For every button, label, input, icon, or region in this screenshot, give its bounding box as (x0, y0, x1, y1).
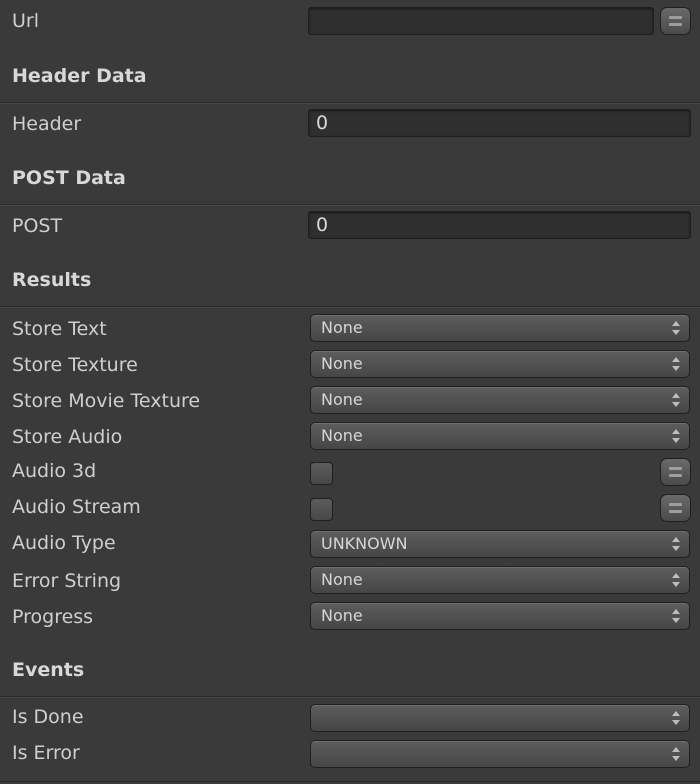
section-post-data: POST Data (12, 167, 126, 189)
section-results: Results (12, 269, 92, 291)
store-audio-label: Store Audio (12, 426, 123, 448)
equals-icon (669, 16, 682, 19)
audio-3d-label: Audio 3d (12, 460, 97, 482)
url-input[interactable] (308, 7, 654, 35)
audio-3d-checkbox[interactable] (310, 462, 333, 485)
is-error-label: Is Error (12, 742, 80, 764)
store-texture-label: Store Texture (12, 354, 138, 376)
section-events: Events (12, 659, 85, 681)
header-count-input[interactable]: 0 (308, 109, 691, 137)
dropdown-arrows-icon (672, 537, 680, 551)
store-text-label: Store Text (12, 318, 107, 340)
is-done-label: Is Done (12, 706, 84, 728)
dropdown-arrows-icon (672, 393, 680, 407)
post-label: POST (12, 215, 63, 237)
audio-type-label: Audio Type (12, 532, 116, 554)
audio-3d-variable-toggle-button[interactable] (660, 458, 691, 486)
error-string-dropdown[interactable]: None (310, 566, 690, 594)
dropdown-arrows-icon (672, 429, 680, 443)
audio-stream-checkbox[interactable] (310, 498, 333, 521)
section-header-data: Header Data (12, 65, 147, 87)
dropdown-arrows-icon (672, 747, 680, 761)
dropdown-arrows-icon (672, 357, 680, 371)
dropdown-arrows-icon (672, 711, 680, 725)
is-done-dropdown[interactable] (310, 704, 690, 732)
equals-icon (669, 467, 682, 470)
dropdown-arrows-icon (672, 573, 680, 587)
is-error-dropdown[interactable] (310, 740, 690, 768)
url-variable-toggle-button[interactable] (660, 7, 691, 35)
store-movie-texture-label: Store Movie Texture (12, 390, 201, 412)
progress-dropdown[interactable]: None (310, 602, 690, 630)
url-label: Url (12, 10, 39, 32)
audio-type-dropdown[interactable]: UNKNOWN (310, 530, 690, 558)
store-text-dropdown[interactable]: None (310, 314, 690, 342)
dropdown-arrows-icon (672, 609, 680, 623)
store-audio-dropdown[interactable]: None (310, 422, 690, 450)
audio-stream-variable-toggle-button[interactable] (660, 494, 691, 522)
error-string-label: Error String (12, 570, 122, 592)
equals-icon (669, 503, 682, 506)
store-movie-texture-dropdown[interactable]: None (310, 386, 690, 414)
progress-label: Progress (12, 606, 94, 628)
dropdown-arrows-icon (672, 321, 680, 335)
audio-stream-label: Audio Stream (12, 496, 141, 518)
header-label: Header (12, 113, 82, 135)
post-count-input[interactable]: 0 (308, 211, 691, 239)
store-texture-dropdown[interactable]: None (310, 350, 690, 378)
